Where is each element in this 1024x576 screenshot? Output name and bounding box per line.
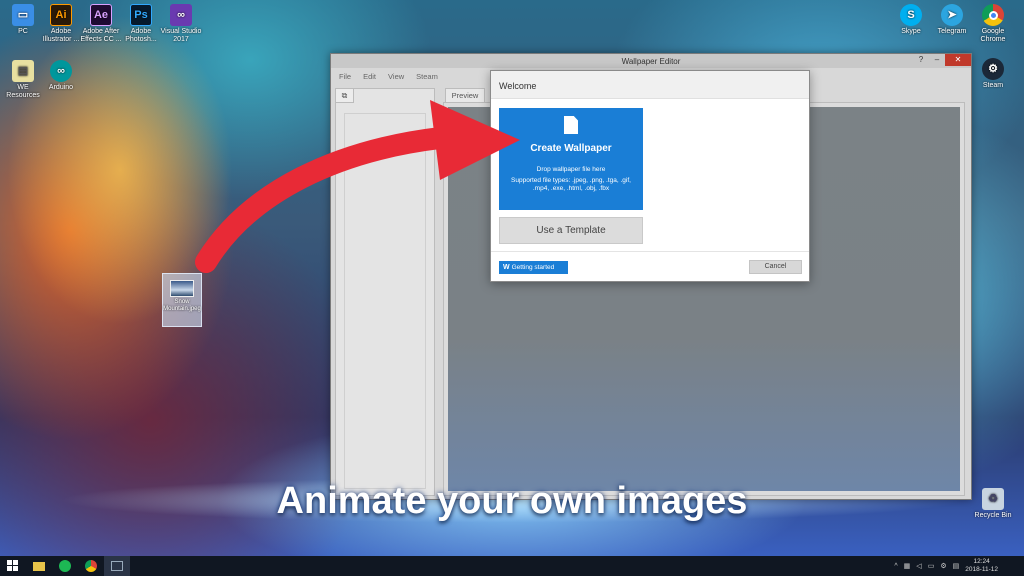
cancel-button[interactable]: Cancel bbox=[749, 260, 802, 274]
menu-view[interactable]: View bbox=[388, 72, 404, 81]
side-panel: ⧉ bbox=[335, 88, 435, 496]
spotify-icon bbox=[59, 560, 71, 572]
desktop-icon-label: Telegram bbox=[937, 28, 967, 35]
desktop-icon-label: Arduino bbox=[48, 84, 74, 91]
visual-studio-icon: ∞ bbox=[170, 4, 192, 26]
desktop-icon-visual-studio[interactable]: ∞ Visual Studio 2017 bbox=[158, 4, 204, 44]
caption-text: Animate your own images bbox=[276, 480, 748, 522]
supported-types: Supported file types: .jpeg, .png, .tga,… bbox=[511, 176, 631, 193]
file-icon bbox=[564, 116, 578, 134]
illustrator-icon: Ai bbox=[50, 4, 72, 26]
clock-date: 2018-11-12 bbox=[965, 566, 998, 573]
steam-tray-icon[interactable]: ⚙ bbox=[940, 562, 946, 570]
volume-icon[interactable]: ◁ bbox=[916, 562, 921, 570]
side-panel-content bbox=[344, 113, 426, 489]
taskbar-explorer[interactable] bbox=[26, 556, 52, 576]
chrome-icon bbox=[85, 560, 97, 572]
welcome-dialog: Welcome Create Wallpaper Drop wallpaper … bbox=[490, 70, 810, 282]
image-thumbnail-icon bbox=[170, 280, 194, 297]
getting-started-button[interactable]: W Getting started bbox=[499, 261, 568, 274]
arduino-icon: ∞ bbox=[50, 60, 72, 82]
desktop-icon-chrome[interactable]: Google Chrome bbox=[970, 4, 1016, 44]
system-tray: ^ ▦ ◁ ▭ ⚙ ▤ 12:24 2018-11-12 bbox=[894, 556, 998, 576]
clock[interactable]: 12:24 2018-11-12 bbox=[965, 558, 998, 574]
battery-icon[interactable]: ▭ bbox=[928, 562, 935, 570]
create-wallpaper-button[interactable]: Create Wallpaper Drop wallpaper file her… bbox=[499, 108, 643, 210]
computer-icon: ▭ bbox=[12, 4, 34, 26]
after-effects-icon: Ae bbox=[90, 4, 112, 26]
menu-steam[interactable]: Steam bbox=[416, 72, 438, 81]
photoshop-icon: Ps bbox=[130, 4, 152, 26]
steam-icon: ⚙ bbox=[982, 58, 1004, 80]
start-button[interactable] bbox=[0, 556, 26, 576]
desktop-icon-arduino[interactable]: ∞ Arduino bbox=[38, 60, 84, 92]
wallpaper-engine-icon bbox=[111, 561, 123, 571]
taskbar: ^ ▦ ◁ ▭ ⚙ ▤ 12:24 2018-11-12 bbox=[0, 556, 1024, 576]
dialog-divider bbox=[491, 251, 809, 252]
window-controls: ? – ✕ bbox=[913, 54, 971, 66]
notifications-icon[interactable]: ▤ bbox=[953, 562, 960, 570]
network-icon[interactable]: ▦ bbox=[904, 562, 911, 570]
windows-icon bbox=[7, 560, 18, 571]
desktop-icon-label: Steam bbox=[982, 82, 1004, 89]
desktop-icon-label: Skype bbox=[901, 28, 921, 35]
clock-time: 12:24 bbox=[973, 558, 990, 565]
menu-file[interactable]: File bbox=[339, 72, 351, 81]
dragged-file[interactable]: Snow Mountain.jpeg bbox=[162, 273, 202, 327]
getting-started-label: Getting started bbox=[511, 264, 555, 271]
window-titlebar[interactable]: Wallpaper Editor ? – ✕ bbox=[331, 54, 971, 68]
taskbar-spotify[interactable] bbox=[52, 556, 78, 576]
desktop-icon-label: Visual Studio 2017 bbox=[160, 28, 202, 43]
close-button[interactable]: ✕ bbox=[945, 54, 971, 66]
desktop-icon-label: Google Chrome bbox=[980, 28, 1006, 43]
dragged-file-label: Snow Mountain.jpeg bbox=[163, 299, 201, 312]
skype-icon: S bbox=[900, 4, 922, 26]
desktop-icon-telegram[interactable]: ➤ Telegram bbox=[929, 4, 975, 36]
minimize-button[interactable]: – bbox=[929, 54, 945, 66]
create-wallpaper-title: Create Wallpaper bbox=[530, 143, 612, 154]
tab-preview[interactable]: Preview bbox=[445, 88, 485, 102]
drop-hint: Drop wallpaper file here bbox=[536, 166, 606, 173]
use-template-button[interactable]: Use a Template bbox=[499, 217, 643, 244]
workshop-icon: W bbox=[503, 264, 510, 271]
menu-edit[interactable]: Edit bbox=[363, 72, 376, 81]
help-button[interactable]: ? bbox=[913, 54, 929, 66]
window-title: Wallpaper Editor bbox=[621, 57, 681, 66]
dialog-title: Welcome bbox=[491, 71, 809, 99]
chrome-icon bbox=[982, 4, 1004, 26]
desktop-icon-steam[interactable]: ⚙ Steam bbox=[970, 58, 1016, 90]
desktop-icon-skype[interactable]: S Skype bbox=[888, 4, 934, 36]
copy-icon[interactable]: ⧉ bbox=[336, 89, 354, 103]
telegram-icon: ➤ bbox=[941, 4, 963, 26]
taskbar-wallpaper-engine[interactable] bbox=[104, 556, 130, 576]
tray-chevron-icon[interactable]: ^ bbox=[894, 563, 897, 570]
taskbar-chrome[interactable] bbox=[78, 556, 104, 576]
file-explorer-icon bbox=[33, 561, 45, 571]
folder-icon: ▤ bbox=[12, 60, 34, 82]
